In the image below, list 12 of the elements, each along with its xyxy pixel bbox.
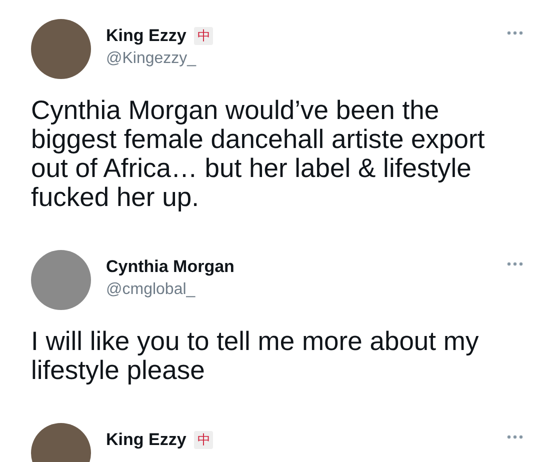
more-icon[interactable] [507, 262, 523, 266]
name-emoji: 中 [194, 27, 214, 45]
more-icon[interactable] [507, 435, 523, 439]
user-handle[interactable]: @Kingezzy_ [106, 50, 214, 68]
name-emoji: 中 [194, 431, 214, 449]
tweet-text: Cynthia Morgan would’ve been the biggest female dancehall artiste export out of Africa… but her label & lifestyle fucked her up. [31, 96, 486, 212]
user-handle[interactable]: @cmglobal_ [106, 281, 234, 299]
tweet-text: I will like you to tell me more about my lifestyle please [31, 327, 480, 385]
user-name[interactable]: King Ezzy [106, 26, 186, 46]
user-name[interactable]: King Ezzy [106, 430, 186, 450]
more-icon[interactable] [507, 31, 523, 35]
user-name[interactable]: Cynthia Morgan [106, 257, 234, 277]
